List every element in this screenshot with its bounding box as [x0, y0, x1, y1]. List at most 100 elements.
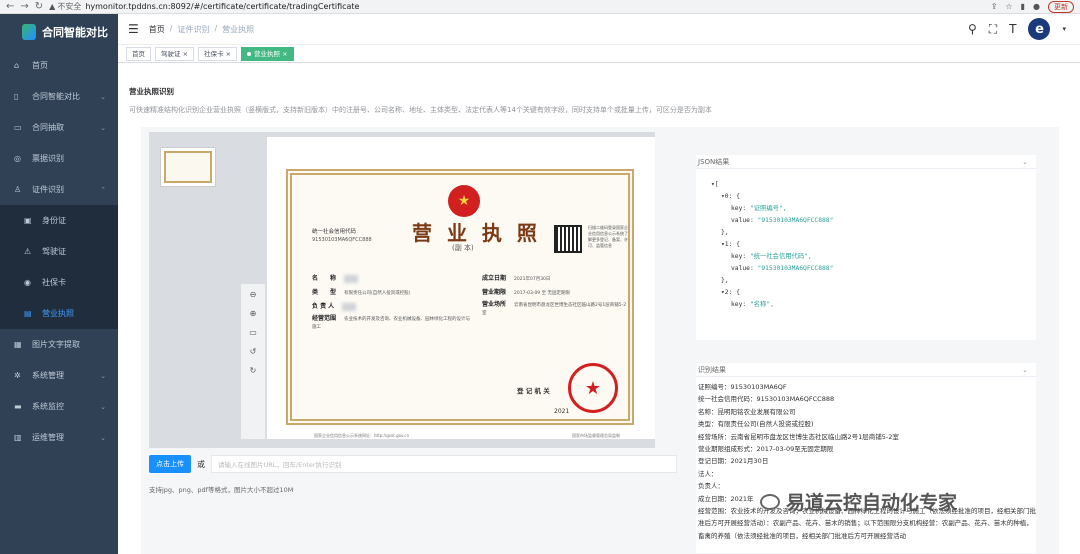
- or-label: 或: [197, 459, 205, 469]
- tag-home[interactable]: 首页: [126, 46, 151, 61]
- result-line: 证照编号：91530103MA6QF: [698, 383, 787, 391]
- national-emblem-icon: ★: [448, 185, 480, 217]
- chevron-down-icon: ⌄: [1022, 365, 1028, 374]
- sidebar-item-system-admin[interactable]: ✲ 系统管理 ⌄: [0, 360, 118, 391]
- json-line: },: [721, 277, 729, 284]
- issue-year: 2021: [554, 408, 570, 415]
- chevron-up-icon: ⌃: [100, 185, 106, 194]
- sidebar-item-driver-license[interactable]: ⚠ 驾驶证: [0, 236, 118, 267]
- json-line: key: "统一社会信用代码",: [731, 253, 812, 260]
- tag-business-license[interactable]: 营业执照 ×: [241, 46, 294, 61]
- result-line: 名称：昆明阳铭农业发展有限公司: [698, 407, 796, 416]
- json-panel-header[interactable]: JSON结果 ⌄: [696, 155, 1036, 169]
- json-line[interactable]: ▾0: {: [711, 191, 1036, 203]
- sidebar-item-contract-compare[interactable]: ▯ 合同智能对比 ⌄: [0, 81, 118, 112]
- rotate-left-icon[interactable]: ↺: [250, 347, 257, 356]
- credit-code-label: 统一社会信用代码: [312, 229, 357, 235]
- sidebar-item-ops[interactable]: ▥ 运维管理 ⌄: [0, 422, 118, 453]
- image-thumbnail[interactable]: [160, 147, 216, 187]
- sidebar-item-invoice[interactable]: ◎ 票据识别: [0, 143, 118, 174]
- sidebar-item-business-license[interactable]: ▤ 营业执照: [0, 298, 118, 329]
- image-url-input[interactable]: 请输入在线图片URL，回车/Enter执行识别: [211, 455, 677, 473]
- menu-toggle-icon[interactable]: ☰: [128, 22, 139, 36]
- address-bar[interactable]: hymonitor.tpddns.cn:8092/#/certificate/c…: [85, 2, 359, 11]
- fullscreen-icon[interactable]: ⛶: [989, 22, 997, 37]
- watermark: 易道云控自动化专家: [760, 488, 957, 515]
- sidebar-item-idcard[interactable]: ▣ 身份证: [0, 205, 118, 236]
- result-line: 经营场所：云南省昆明市盘龙区世博生态社区临山路2号1层商铺5-2室: [698, 432, 899, 441]
- result-line: 登记日期：2021月30日: [698, 457, 769, 466]
- profile-icon[interactable]: ●: [1033, 2, 1040, 11]
- license-image: ★ 营 业 执 照 (副 本) 统一社会信用代码 91530103MA6QFCC…: [267, 137, 655, 439]
- share-icon[interactable]: ⇪: [991, 2, 998, 11]
- reload-icon[interactable]: ↻: [35, 1, 43, 12]
- tags-view: 首页 驾驶证 × 社保卡 × 营业执照 ×: [118, 45, 1080, 63]
- page-title: 营业执照识别: [129, 87, 174, 96]
- sidebar-item-social-card[interactable]: ◉ 社保卡: [0, 267, 118, 298]
- result-line: 营业期限组成形式：2017-03-09至无固定期限: [698, 445, 834, 454]
- search-icon[interactable]: ⚲: [968, 22, 977, 36]
- json-line: key: "证照编号",: [731, 205, 787, 212]
- header-actions: ⚲ ⛶ T e ▾: [968, 18, 1080, 40]
- result-line: 统一社会信用代码：91530103MA6QFCC888: [698, 395, 835, 404]
- sidebar-item-home[interactable]: ⌂ 首页: [0, 50, 118, 81]
- star-icon[interactable]: ☆: [1005, 2, 1012, 11]
- license-icon: ▤: [24, 309, 32, 318]
- brand: 合同智能对比: [0, 14, 118, 50]
- sidebar-item-certificate[interactable]: ♙ 证件识别 ⌃: [0, 174, 118, 205]
- upload-hint: 支持jpg、png、pdf等格式，图片大小不超过10M: [149, 486, 294, 494]
- tag-social-card[interactable]: 社保卡 ×: [198, 46, 238, 61]
- tray-icon: ▭: [14, 123, 22, 132]
- grid-icon: ▦: [14, 340, 22, 349]
- json-line[interactable]: ▾1: {: [711, 239, 1036, 251]
- field-name: 名 称: [312, 273, 359, 283]
- license-title: 营 业 执 照: [412, 221, 541, 245]
- font-size-icon[interactable]: T: [1009, 22, 1016, 36]
- zoom-out-icon[interactable]: ⊖: [250, 290, 257, 299]
- field-address: 营业场所 云南省昆明市盘龙区世博生态社区临山路2号1层商铺5-2室: [482, 301, 627, 316]
- tag-driver-license[interactable]: 驾驶证 ×: [155, 46, 195, 61]
- avatar[interactable]: e: [1028, 18, 1051, 40]
- recognition-result-panel: 识别结果 ⌄ 证照编号：91530103MA6QF 统一社会信用代码：9153010…: [696, 363, 1036, 553]
- sidepanel-icon[interactable]: ▮: [1021, 2, 1025, 11]
- main-content: 营业执照识别 可快速精准结构化识别企业营业执照（竖横版式，支持新旧版本）中的注册…: [118, 63, 1080, 554]
- insecure-label: 不安全: [57, 2, 82, 11]
- monitor-icon: ▬: [14, 402, 22, 411]
- caret-down-icon[interactable]: ▾: [1062, 25, 1066, 33]
- credit-code-value: 91530103MA6QFCC888: [312, 237, 372, 243]
- chevron-down-icon: ⌄: [100, 371, 106, 380]
- sidebar-item-system-monitor[interactable]: ▬ 系统监控 ⌄: [0, 391, 118, 422]
- page-description: 可快速精准结构化识别企业营业执照（竖横版式，支持新旧版本）中的注册号、公司名称、…: [129, 106, 712, 114]
- back-icon[interactable]: ←: [6, 1, 14, 12]
- breadcrumb-separator: /: [214, 23, 218, 33]
- zoom-in-icon[interactable]: ⊕: [250, 309, 257, 318]
- chevron-down-icon: ⌄: [1022, 157, 1028, 166]
- forward-icon[interactable]: →: [20, 1, 28, 12]
- book-icon: ▯: [14, 92, 19, 101]
- brand-logo-icon: [22, 24, 36, 40]
- fit-icon[interactable]: ▭: [249, 328, 257, 337]
- rotate-right-icon[interactable]: ↻: [250, 366, 257, 375]
- update-button[interactable]: 更新: [1048, 0, 1074, 13]
- field-established: 成立日期 2021年07月30日: [482, 275, 551, 282]
- result-panel-header[interactable]: 识别结果 ⌄: [696, 363, 1036, 377]
- sidebar-item-image-text[interactable]: ▦ 图片文字提取: [0, 329, 118, 360]
- json-line[interactable]: ▾[: [711, 179, 1036, 191]
- json-line: },: [721, 229, 729, 236]
- license-frame: ★ 营 业 执 照 (副 本) 统一社会信用代码 91530103MA6QFCC…: [286, 169, 634, 438]
- chevron-down-icon: ⌄: [100, 402, 106, 411]
- result-line: 法人：: [698, 469, 718, 478]
- breadcrumb-certificate[interactable]: 证件识别: [177, 24, 209, 35]
- license-footer-right: 国家市场监督管理总局监制: [572, 433, 620, 438]
- breadcrumb-home[interactable]: 首页: [149, 24, 165, 35]
- gear-icon: ✲: [14, 371, 21, 380]
- qr-code-icon: [554, 225, 582, 253]
- field-term: 营业期限 2017-03-09 至 无固定期限: [482, 289, 571, 296]
- upload-button[interactable]: 点击上传: [149, 455, 191, 473]
- json-result-panel: JSON结果 ⌄ ▾[▾0: {key: "证照编号", value: "91530…: [696, 155, 1036, 340]
- result-line: 类型：有限责任公司(自然人投资或控股): [698, 420, 814, 429]
- sidebar: 合同智能对比 ⌂ 首页 ▯ 合同智能对比 ⌄ ▭ 合同抽取 ⌄ ◎ 票据识别 ♙ 证件识别 ⌃ …: [0, 14, 118, 554]
- json-line[interactable]: ▾2: {: [711, 287, 1036, 299]
- sidebar-item-contract-extract[interactable]: ▭ 合同抽取 ⌄: [0, 112, 118, 143]
- id-card-icon: ▣: [24, 216, 32, 225]
